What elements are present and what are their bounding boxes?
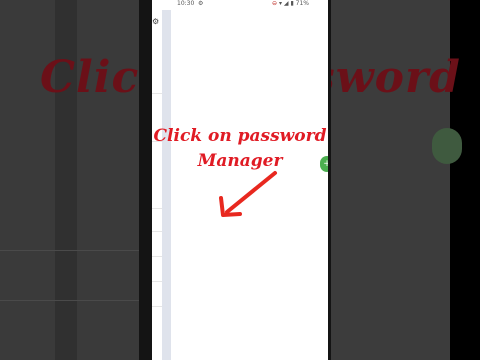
do-not-disturb-icon: ⊖	[272, 0, 278, 7]
battery-level: 71%	[295, 0, 310, 7]
wifi-icon: ▾	[278, 0, 282, 7]
phone-bezel-right	[328, 0, 331, 360]
battery-icon: ▮	[290, 0, 294, 7]
phone-bezel-left	[139, 0, 152, 360]
sidebar-strip	[162, 10, 171, 360]
status-icons: ⊖ ▾ ◢ ▮ 71%	[272, 0, 309, 7]
status-time: 10:30	[177, 0, 195, 7]
background-caption-right: sword	[310, 52, 461, 103]
background-divider	[0, 300, 139, 301]
divider	[152, 93, 162, 94]
divider	[152, 208, 162, 209]
arrow-icon	[219, 171, 277, 217]
settings-icon[interactable]: ⚙	[152, 17, 159, 26]
signal-icon: ◢	[283, 0, 289, 7]
gear-icon: ⚙	[198, 0, 204, 7]
divider	[152, 306, 162, 307]
background-fab	[432, 128, 462, 164]
divider	[152, 256, 162, 257]
background-divider	[0, 250, 139, 251]
instruction-line-1: Click on password	[153, 126, 327, 146]
divider	[152, 231, 162, 232]
instruction-overlay: Click on password Manager	[148, 124, 332, 174]
status-bar: 10:30 ⚙ ⊖ ▾ ◢ ▮ 71%	[152, 0, 328, 9]
divider	[152, 281, 162, 282]
